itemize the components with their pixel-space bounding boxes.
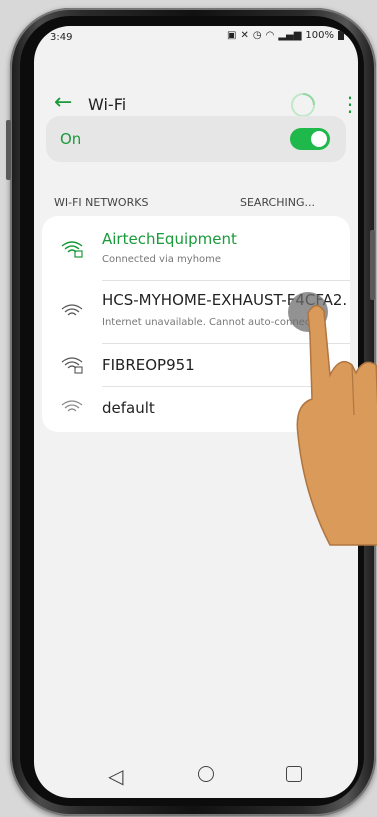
battery-level: 100% bbox=[305, 30, 334, 41]
alarm-icon: ◷ bbox=[252, 30, 262, 41]
pointing-hand-icon bbox=[296, 304, 377, 546]
signal-icon: ▂▄▆ bbox=[278, 30, 302, 41]
mute-icon: ✕ bbox=[240, 30, 249, 41]
nfc-icon: ▣ bbox=[227, 30, 237, 41]
wifi-toggle-label: On bbox=[60, 130, 82, 148]
navigation-bar: ◁ bbox=[34, 762, 358, 798]
network-item[interactable]: AirtechEquipment Connected via myhome bbox=[42, 216, 350, 280]
network-name: AirtechEquipment bbox=[102, 230, 237, 248]
toggle-knob bbox=[311, 131, 327, 147]
battery-icon bbox=[338, 31, 344, 40]
wifi-icon bbox=[61, 304, 83, 316]
nav-recents-icon[interactable] bbox=[286, 766, 302, 782]
nav-back-icon[interactable]: ◁ bbox=[108, 764, 123, 788]
wifi-icon bbox=[61, 400, 83, 412]
page-title: Wi-Fi bbox=[88, 95, 127, 114]
wifi-toggle-row[interactable]: On bbox=[46, 116, 346, 162]
volume-button bbox=[6, 120, 11, 180]
network-status: Connected via myhome bbox=[102, 254, 222, 265]
status-icons: ▣ ✕ ◷ ◠ ▂▄▆ 100% bbox=[227, 30, 344, 41]
back-arrow-icon[interactable]: ← bbox=[54, 92, 72, 114]
wifi-status-icon: ◠ bbox=[265, 30, 275, 41]
power-button bbox=[370, 230, 375, 300]
status-time: 3:49 bbox=[50, 32, 73, 43]
scan-status: SEARCHING... bbox=[240, 196, 315, 209]
status-bar: 3:49 ▣ ✕ ◷ ◠ ▂▄▆ 100% bbox=[34, 26, 358, 48]
wifi-toggle-switch[interactable] bbox=[290, 128, 330, 150]
wifi-locked-icon bbox=[61, 241, 83, 258]
nav-home-icon[interactable] bbox=[198, 766, 214, 782]
section-title: WI-FI NETWORKS bbox=[54, 196, 149, 209]
wifi-locked-icon bbox=[61, 357, 83, 374]
more-options-icon[interactable]: ⋮ bbox=[340, 92, 358, 116]
